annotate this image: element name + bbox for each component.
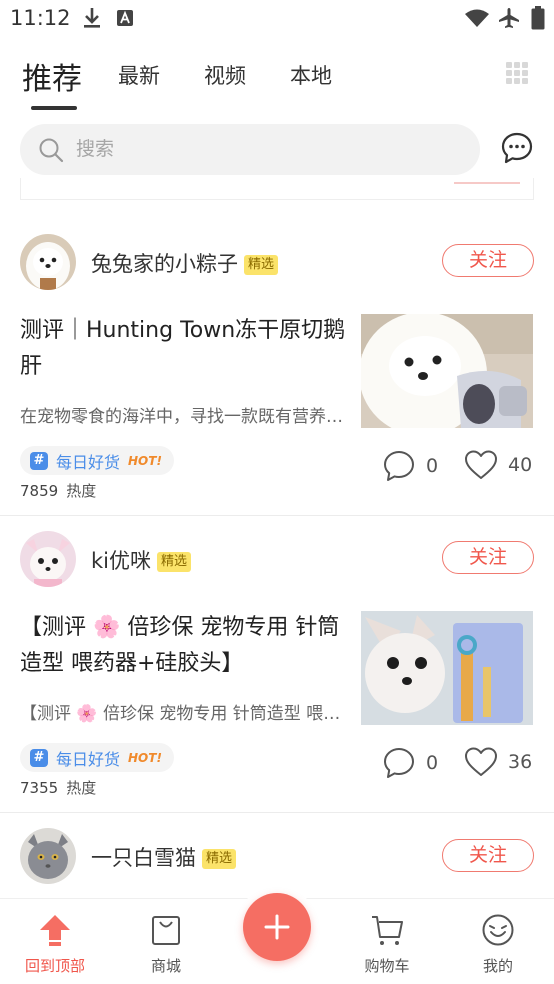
tab-recommend[interactable]: 推荐 xyxy=(22,54,82,98)
like-count: 40 xyxy=(508,454,533,476)
comment-icon xyxy=(384,748,414,778)
nav-mall[interactable]: 商城 xyxy=(111,899,221,984)
comment-icon xyxy=(384,451,414,481)
heat-info: 7355 热度 xyxy=(20,777,96,798)
heart-icon xyxy=(465,747,497,776)
tab-latest[interactable]: 最新 xyxy=(118,60,160,90)
hashtag-icon: # xyxy=(30,748,48,767)
comment-button[interactable]: 0 xyxy=(382,449,438,483)
create-post-button[interactable] xyxy=(243,893,311,961)
post-thumbnail[interactable] xyxy=(361,611,533,725)
like-button[interactable]: 40 xyxy=(464,449,532,481)
wifi-icon xyxy=(464,6,490,30)
post-excerpt: 【测评 🌸 倍珍保 宠物专用 针筒造型 喂药器+硅胶头】 xyxy=(20,704,350,724)
avatar[interactable] xyxy=(20,234,76,290)
heat-info: 7859 热度 xyxy=(20,480,96,501)
airplane-icon xyxy=(497,6,521,30)
battery-icon xyxy=(530,6,546,30)
avatar[interactable] xyxy=(20,531,76,587)
search-bar[interactable] xyxy=(20,124,480,175)
card-divider xyxy=(0,812,554,813)
nav-cart[interactable]: 购物车 xyxy=(332,899,442,984)
comment-count: 0 xyxy=(426,455,439,477)
username-text: 一只白雪猫 xyxy=(91,846,196,870)
like-count: 36 xyxy=(508,751,533,773)
status-time: 11:12 xyxy=(10,6,71,30)
post-title[interactable]: 测评｜Hunting Town冻干原切鹅肝 xyxy=(20,313,350,385)
follow-button[interactable]: 关注 xyxy=(442,839,534,872)
previous-card-edge xyxy=(20,178,534,200)
post-thumbnail[interactable] xyxy=(361,314,533,428)
username-text: ki优咪 xyxy=(91,549,151,573)
heat-label: 热度 xyxy=(66,482,97,500)
featured-badge: 精选 xyxy=(157,552,192,572)
featured-badge: 精选 xyxy=(202,849,237,869)
search-icon xyxy=(39,138,64,163)
category-tabs: 推荐 最新 视频 本地 xyxy=(0,48,554,116)
heat-label: 热度 xyxy=(66,779,97,797)
tab-video[interactable]: 视频 xyxy=(204,60,246,90)
username[interactable]: 兔兔家的小粽子 精选 xyxy=(91,248,279,278)
card-divider xyxy=(0,515,554,516)
nav-label: 商城 xyxy=(150,957,181,975)
font-a-icon xyxy=(116,6,134,30)
heat-value: 7355 xyxy=(20,779,59,797)
username-text: 兔兔家的小粽子 xyxy=(91,252,238,276)
topic-name: 每日好货 xyxy=(56,749,121,769)
post-excerpt: 在宠物零食的海洋中，寻找一款既有营养又美味的零食 xyxy=(20,407,350,427)
post-title[interactable]: 【测评 🌸 倍珍保 宠物专用 针筒造型 喂药器+硅胶头】 xyxy=(20,610,350,682)
cart-icon xyxy=(372,916,403,945)
nav-label: 我的 xyxy=(482,957,513,975)
more-categories-grid-icon[interactable] xyxy=(506,62,528,84)
plus-icon xyxy=(264,914,290,940)
comment-button[interactable]: 0 xyxy=(382,746,438,780)
follow-button[interactable]: 关注 xyxy=(442,541,534,574)
hashtag-icon: # xyxy=(30,451,48,470)
hot-label: HOT! xyxy=(128,750,162,765)
featured-badge: 精选 xyxy=(244,255,279,275)
nav-me[interactable]: 我的 xyxy=(443,899,553,984)
comment-count: 0 xyxy=(426,752,439,774)
download-icon xyxy=(82,6,102,30)
search-input[interactable] xyxy=(76,132,456,166)
arrow-up-icon xyxy=(40,915,70,946)
avatar[interactable] xyxy=(20,828,76,884)
topic-tag[interactable]: # 每日好货 HOT! xyxy=(20,743,174,772)
nav-back-to-top[interactable]: 回到顶部 xyxy=(0,899,110,984)
status-bar: 11:12 xyxy=(0,0,554,38)
topic-tag[interactable]: # 每日好货 HOT! xyxy=(20,446,174,475)
username[interactable]: ki优咪 精选 xyxy=(91,545,192,575)
hot-label: HOT! xyxy=(128,453,162,468)
topic-name: 每日好货 xyxy=(56,452,121,472)
message-icon[interactable] xyxy=(500,131,534,165)
nav-label: 回到顶部 xyxy=(24,957,85,975)
heat-value: 7859 xyxy=(20,482,59,500)
username[interactable]: 一只白雪猫 精选 xyxy=(91,842,237,872)
nav-label: 购物车 xyxy=(364,957,410,975)
heart-icon xyxy=(465,450,497,479)
tab-local[interactable]: 本地 xyxy=(290,60,332,90)
profile-face-icon xyxy=(482,914,514,946)
active-tab-indicator xyxy=(31,106,77,110)
follow-button[interactable]: 关注 xyxy=(442,244,534,277)
shopping-bag-icon xyxy=(152,916,180,945)
like-button[interactable]: 36 xyxy=(464,746,532,778)
